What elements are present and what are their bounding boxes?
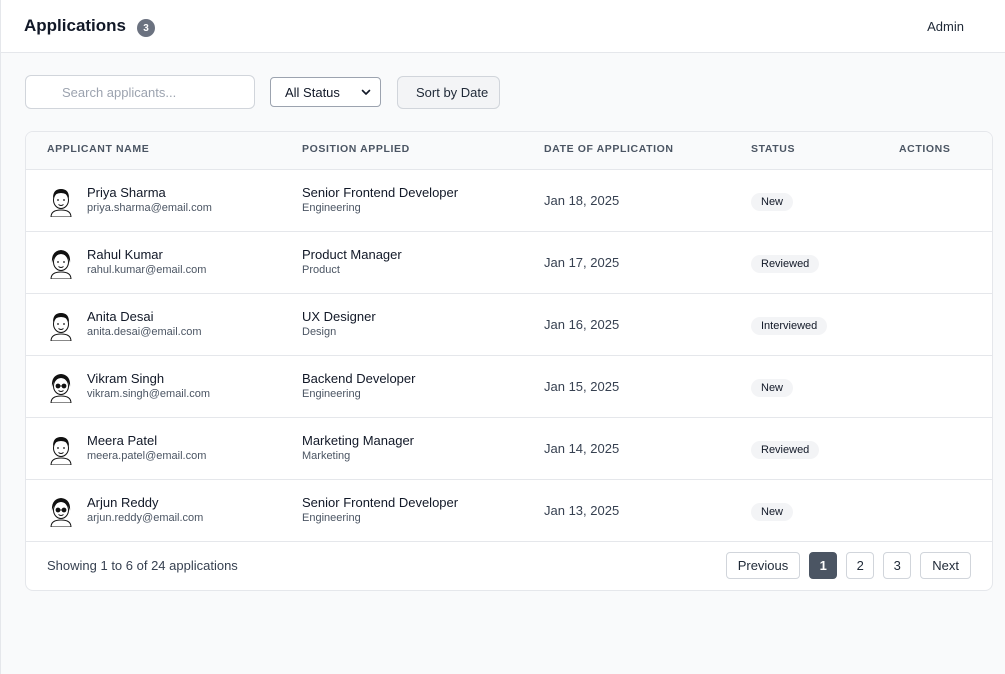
search-input[interactable] — [62, 84, 254, 100]
user-menu[interactable]: Admin — [927, 19, 964, 34]
status-filter-value: All Status — [285, 84, 340, 100]
status-badge: Reviewed — [751, 255, 820, 273]
applicant-name: Priya Sharma — [87, 185, 166, 200]
application-date: Jan 18, 2025 — [544, 193, 620, 208]
applicant-cell: Vikram Singh vikram.singh@email.com — [87, 371, 210, 400]
application-date: Jan 13, 2025 — [544, 503, 620, 518]
table-body: Priya Sharma priya.sharma@email.com Senior… — [26, 170, 992, 542]
table-row[interactable]: Rahul Kumar rahul.kumar@email.com Product … — [26, 232, 992, 294]
applicant-email: arjun.reddy@email.com — [87, 512, 204, 524]
page-title: Applications — [24, 16, 127, 35]
page-button-2[interactable]: 2 — [846, 552, 875, 579]
next-page-button[interactable]: Next — [920, 552, 971, 579]
toolbar: All Status Sort by Date — [25, 75, 501, 109]
status-cell: New — [751, 502, 794, 521]
position-cell: Product Manager Product — [302, 247, 402, 276]
status-filter-select[interactable]: All Status — [270, 77, 381, 107]
applicant-name: Rahul Kumar — [87, 247, 163, 262]
top-bar: Applications 3 Admin — [1, 0, 1005, 53]
avatar — [47, 185, 75, 218]
search-box[interactable] — [25, 75, 255, 109]
sort-by-date-button[interactable]: Sort by Date — [397, 75, 501, 109]
position-title: Senior Frontend Developer — [302, 495, 459, 510]
previous-page-button[interactable]: Previous — [725, 552, 801, 579]
table-row[interactable]: Arjun Reddy arjun.reddy@email.com Senior F… — [26, 480, 992, 542]
title-wrap: Applications 3 — [24, 15, 156, 37]
table-row[interactable]: Priya Sharma priya.sharma@email.com Senior… — [26, 170, 992, 232]
position-department: Engineering — [302, 388, 361, 400]
avatar — [47, 433, 75, 466]
applicant-name: Meera Patel — [87, 433, 158, 448]
applicant-email: vikram.singh@email.com — [87, 388, 211, 400]
applicant-email: anita.desai@email.com — [87, 326, 202, 338]
status-badge: New — [751, 193, 794, 211]
position-title: Product Manager — [302, 247, 402, 262]
applicant-cell: Anita Desai anita.desai@email.com — [87, 309, 202, 338]
column-header-actions: ACTIONS — [899, 143, 951, 155]
status-cell: Interviewed — [751, 316, 828, 335]
pagination: Previous 1 2 3 Next — [725, 552, 971, 579]
applicant-cell: Meera Patel meera.patel@email.com — [87, 433, 206, 462]
application-date: Jan 17, 2025 — [544, 255, 620, 270]
applicant-cell: Priya Sharma priya.sharma@email.com — [87, 185, 212, 214]
column-header-date: DATE OF APPLICATION — [544, 143, 674, 155]
page-button-1[interactable]: 1 — [809, 552, 838, 579]
position-cell: Backend Developer Engineering — [302, 371, 415, 400]
position-title: UX Designer — [302, 309, 376, 324]
position-cell: Senior Frontend Developer Engineering — [302, 495, 458, 524]
status-cell: New — [751, 192, 794, 211]
application-date: Jan 15, 2025 — [544, 379, 620, 394]
position-title: Marketing Manager — [302, 433, 414, 448]
table-header: APPLICANT NAME POSITION APPLIED DATE OF … — [26, 132, 992, 170]
avatar — [47, 247, 75, 280]
count-badge: 3 — [137, 19, 156, 37]
page-button-3[interactable]: 3 — [883, 552, 912, 579]
applicant-name: Anita Desai — [87, 309, 154, 324]
applicant-email: rahul.kumar@email.com — [87, 264, 207, 276]
avatar — [47, 309, 75, 342]
table-footer: Showing 1 to 6 of 24 applications Previo… — [26, 541, 992, 590]
position-cell: Senior Frontend Developer Engineering — [302, 185, 458, 214]
position-department: Product — [302, 264, 340, 276]
applicant-name: Arjun Reddy — [87, 495, 159, 510]
applications-table: APPLICANT NAME POSITION APPLIED DATE OF … — [25, 131, 993, 591]
position-department: Marketing — [302, 450, 351, 462]
applicant-email: priya.sharma@email.com — [87, 202, 212, 214]
applicant-cell: Arjun Reddy arjun.reddy@email.com — [87, 495, 203, 524]
avatar — [47, 371, 75, 404]
status-badge: New — [751, 379, 794, 397]
table-row[interactable]: Vikram Singh vikram.singh@email.com Backen… — [26, 356, 992, 418]
application-date: Jan 14, 2025 — [544, 441, 620, 456]
position-cell: UX Designer Design — [302, 309, 376, 338]
chevron-down-icon — [361, 89, 371, 95]
position-department: Engineering — [302, 202, 361, 214]
position-department: Design — [302, 326, 337, 338]
application-date: Jan 16, 2025 — [544, 317, 620, 332]
status-cell: Reviewed — [751, 254, 820, 273]
applicant-name: Vikram Singh — [87, 371, 165, 386]
status-badge: Reviewed — [751, 441, 820, 459]
table-row[interactable]: Meera Patel meera.patel@email.com Marketin… — [26, 418, 992, 480]
applicant-email: meera.patel@email.com — [87, 450, 207, 462]
pagination-summary: Showing 1 to 6 of 24 applications — [47, 558, 238, 573]
position-title: Senior Frontend Developer — [302, 185, 459, 200]
column-header-status: STATUS — [751, 143, 796, 155]
avatar — [47, 495, 75, 528]
position-cell: Marketing Manager Marketing — [302, 433, 414, 462]
position-department: Engineering — [302, 512, 361, 524]
status-cell: New — [751, 378, 794, 397]
table-row[interactable]: Anita Desai anita.desai@email.com UX Desig… — [26, 294, 992, 356]
applicant-cell: Rahul Kumar rahul.kumar@email.com — [87, 247, 206, 276]
column-header-position: POSITION APPLIED — [302, 143, 410, 155]
position-title: Backend Developer — [302, 371, 416, 386]
status-cell: Reviewed — [751, 440, 820, 459]
column-header-applicant: APPLICANT NAME — [47, 143, 150, 155]
status-badge: New — [751, 503, 794, 521]
status-badge: Interviewed — [751, 317, 828, 335]
